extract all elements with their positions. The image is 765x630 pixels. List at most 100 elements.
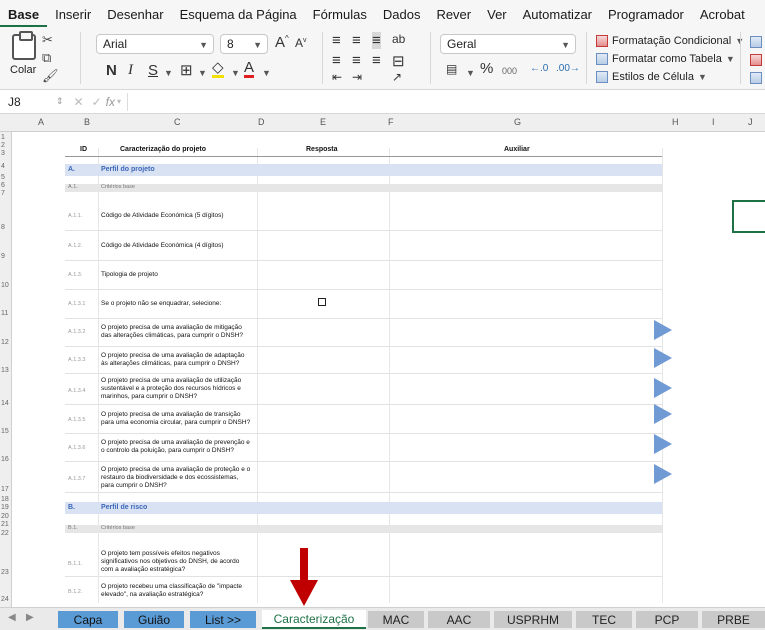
row-header[interactable]: 19: [1, 504, 9, 511]
tab-usprhm[interactable]: USPRHM: [494, 611, 572, 628]
paste-icon[interactable]: [12, 31, 36, 60]
row-header[interactable]: 13: [1, 367, 9, 374]
row-header[interactable]: 20: [1, 513, 9, 520]
menu-automatizar[interactable]: Automatizar: [515, 7, 600, 22]
menu-programador[interactable]: Programador: [600, 7, 692, 22]
thousands-icon[interactable]: 000: [502, 66, 517, 76]
delete-cells-icon[interactable]: [750, 54, 762, 66]
select-checkbox[interactable]: [318, 298, 326, 306]
row-header[interactable]: 14: [1, 400, 9, 407]
menu-esquema[interactable]: Esquema da Página: [172, 7, 305, 22]
align-bottom-icon[interactable]: ≡: [372, 32, 381, 49]
row-header[interactable]: 10: [1, 282, 9, 289]
col-header[interactable]: J: [748, 117, 753, 127]
name-box-stepper-icon[interactable]: ⇕: [56, 96, 64, 107]
align-left-icon[interactable]: ≡: [332, 52, 341, 69]
insert-function-icon[interactable]: fx: [106, 95, 115, 109]
borders-icon[interactable]: ⊞: [180, 61, 193, 79]
row-header[interactable]: 7: [1, 190, 5, 197]
paste-label[interactable]: Colar: [10, 64, 36, 76]
row-header[interactable]: 6: [1, 182, 5, 189]
chevron-down-icon[interactable]: ▼: [231, 68, 240, 78]
underline-icon[interactable]: S: [148, 62, 158, 79]
row-header[interactable]: 1: [1, 134, 5, 141]
col-header[interactable]: B: [84, 117, 90, 127]
align-center-icon[interactable]: ≡: [352, 52, 361, 69]
row-header[interactable]: 21: [1, 521, 9, 528]
font-size-dropdown[interactable]: 8 ▼: [220, 34, 268, 54]
menu-base[interactable]: Base: [0, 7, 48, 27]
increase-indent-icon[interactable]: ⇥: [352, 70, 362, 84]
align-top-icon[interactable]: ≡: [332, 32, 341, 49]
decrease-indent-icon[interactable]: ⇤: [332, 70, 342, 84]
insert-cells-icon[interactable]: [750, 36, 762, 48]
formula-input[interactable]: [127, 92, 687, 111]
tab-caracterizacao[interactable]: Caracterização: [262, 610, 366, 629]
format-painter-icon[interactable]: 🖌: [42, 68, 59, 84]
chevron-down-icon[interactable]: ▾: [117, 97, 121, 106]
play-arrow-icon[interactable]: [654, 320, 672, 340]
align-right-icon[interactable]: ≡: [372, 52, 381, 69]
col-header[interactable]: H: [672, 117, 679, 127]
currency-icon[interactable]: ▤: [446, 62, 457, 76]
menu-dados[interactable]: Dados: [375, 7, 429, 22]
menu-ver[interactable]: Ver: [479, 7, 515, 22]
row-header[interactable]: 16: [1, 456, 9, 463]
orientation-icon[interactable]: ab: [392, 32, 405, 46]
chevron-down-icon[interactable]: ▼: [262, 68, 271, 78]
row-header[interactable]: 23: [1, 569, 9, 576]
row-header[interactable]: 2: [1, 142, 5, 149]
play-arrow-icon[interactable]: [654, 378, 672, 398]
tab-tec[interactable]: TEC: [576, 611, 632, 628]
col-header[interactable]: F: [388, 117, 394, 127]
row-header[interactable]: 17: [1, 486, 9, 493]
menu-formulas[interactable]: Fórmulas: [305, 7, 375, 22]
row-header[interactable]: 11: [1, 310, 8, 317]
increase-font-icon[interactable]: A^: [275, 34, 289, 51]
chevron-down-icon[interactable]: ▼: [164, 68, 173, 78]
prev-sheet-icon[interactable]: ◀: [8, 612, 16, 623]
tab-guiao[interactable]: Guião: [124, 611, 184, 628]
copy-icon[interactable]: ⧉: [42, 50, 51, 66]
cell-styles-button[interactable]: Estilos de Célula ▼: [596, 71, 707, 83]
fill-color-icon[interactable]: ◇: [212, 60, 224, 78]
row-header[interactable]: 18: [1, 496, 9, 503]
menu-acrobat[interactable]: Acrobat: [692, 7, 753, 22]
next-sheet-icon[interactable]: ▶: [26, 612, 34, 623]
row-header[interactable]: 8: [1, 224, 5, 231]
menu-rever[interactable]: Rever: [428, 7, 479, 22]
menu-inserir[interactable]: Inserir: [47, 7, 99, 22]
row-header[interactable]: 9: [1, 253, 5, 260]
name-box[interactable]: J8: [0, 95, 52, 109]
tab-list[interactable]: List >>: [190, 611, 256, 628]
chevron-down-icon[interactable]: ▼: [198, 68, 207, 78]
menu-desenhar[interactable]: Desenhar: [99, 7, 171, 22]
format-cells-icon[interactable]: [750, 72, 762, 84]
chevron-down-icon[interactable]: ▼: [466, 68, 475, 78]
row-header[interactable]: 3: [1, 150, 5, 157]
tab-prbe[interactable]: PRBE: [702, 611, 765, 628]
worksheet[interactable]: ID Caracterização do projeto Resposta Au…: [12, 132, 765, 607]
col-header[interactable]: D: [258, 117, 265, 127]
italic-icon[interactable]: I: [128, 62, 133, 79]
font-name-dropdown[interactable]: Arial ▼: [96, 34, 214, 54]
conditional-format-button[interactable]: Formatação Condicional ▼: [596, 35, 744, 47]
row-header[interactable]: 12: [1, 339, 9, 346]
row-header[interactable]: 24: [1, 596, 9, 603]
bold-icon[interactable]: N: [106, 62, 117, 79]
col-header[interactable]: I: [712, 117, 715, 127]
cut-icon[interactable]: ✂: [42, 32, 53, 48]
decrease-decimal-icon[interactable]: .00→: [556, 63, 580, 74]
col-header[interactable]: G: [514, 117, 521, 127]
row-header[interactable]: 15: [1, 428, 9, 435]
tab-capa[interactable]: Capa: [58, 611, 118, 628]
align-middle-icon[interactable]: ≡: [352, 32, 361, 49]
selected-cell[interactable]: [732, 200, 765, 233]
percent-icon[interactable]: %: [480, 60, 493, 77]
format-table-button[interactable]: Formatar como Tabela ▼: [596, 53, 735, 65]
col-header[interactable]: E: [320, 117, 326, 127]
col-header[interactable]: A: [38, 117, 44, 127]
play-arrow-icon[interactable]: [654, 348, 672, 368]
row-header[interactable]: 5: [1, 174, 5, 181]
tab-pcp[interactable]: PCP: [636, 611, 698, 628]
